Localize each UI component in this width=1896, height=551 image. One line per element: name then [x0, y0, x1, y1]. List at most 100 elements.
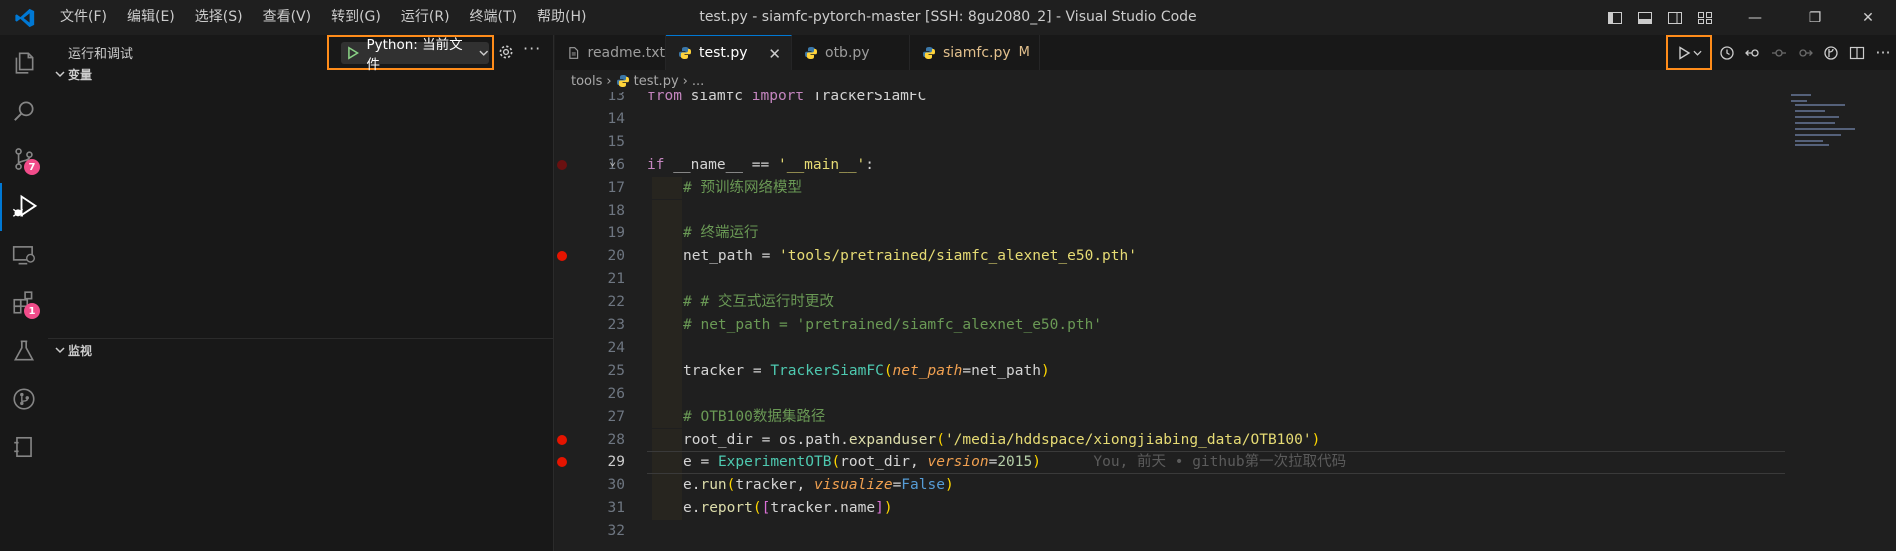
tab-label: siamfc.py: [943, 44, 1011, 61]
code-line[interactable]: 31 e.report([tracker.name]): [555, 497, 1785, 521]
git-blame-annotation: You, 前天 • github第一次拉取代码: [1040, 454, 1347, 471]
tab-otb-py[interactable]: otb.py: [792, 35, 910, 70]
git-icon[interactable]: [0, 375, 48, 423]
code-line[interactable]: 14: [555, 108, 1785, 131]
sidebar-title: 运行和调试: [68, 47, 134, 62]
menu-bar: 文件(F) 编辑(E) 选择(S) 查看(V) 转到(G) 运行(R) 终端(T…: [50, 0, 596, 35]
variables-title: 变量: [68, 67, 93, 82]
code-text: # 预训练网络模型: [683, 179, 802, 196]
code-line[interactable]: 27 # OTB100数据集路径: [555, 405, 1785, 429]
code-text: # OTB100数据集路径: [683, 408, 826, 425]
code-line[interactable]: 19 # 终端运行: [555, 222, 1785, 246]
search-icon[interactable]: [0, 87, 48, 135]
close-icon[interactable]: ✕: [768, 45, 781, 63]
debug-icon[interactable]: [0, 183, 48, 231]
restore-button[interactable]: ❐: [1790, 0, 1840, 35]
code-line[interactable]: 25 tracker = TrackerSiamFC(net_path=net_p…: [555, 359, 1785, 383]
source-control-icon[interactable]: 7: [0, 135, 48, 183]
code-line[interactable]: 24: [555, 336, 1785, 360]
toggle-secondary-sidebar-icon[interactable]: [1660, 0, 1690, 35]
toggle-panel-icon[interactable]: [1630, 0, 1660, 35]
code-line[interactable]: 22 # # 交互式运行时更改: [555, 291, 1785, 314]
menu-edit[interactable]: 编辑(E): [117, 0, 185, 35]
chevron-down-icon: [52, 70, 68, 78]
code-line[interactable]: 16 ⌄ if __name__ == '__main__':: [555, 154, 1785, 177]
menu-help[interactable]: 帮助(H): [527, 0, 596, 35]
code-text: # 终端运行: [683, 225, 759, 242]
breadcrumb-file[interactable]: test.py: [634, 74, 679, 89]
code-line[interactable]: 21: [555, 268, 1785, 292]
menu-view[interactable]: 查看(V): [253, 0, 322, 35]
go-forward-change-icon[interactable]: [1792, 35, 1818, 70]
line-number: 29: [607, 454, 625, 471]
title-bar: 文件(F) 编辑(E) 选择(S) 查看(V) 转到(G) 运行(R) 终端(T…: [0, 0, 1896, 35]
menu-run[interactable]: 运行(R): [391, 0, 460, 35]
remote-icon[interactable]: [0, 231, 48, 279]
minimize-button[interactable]: —: [1720, 0, 1790, 35]
more-actions-icon[interactable]: ···: [523, 39, 541, 58]
breadcrumb-symbol[interactable]: ...: [692, 74, 704, 89]
code-line[interactable]: 29 e = ExperimentOTB(root_dir, version=20…: [555, 451, 1785, 475]
play-icon: [1678, 45, 1690, 60]
notebook-icon[interactable]: [0, 423, 48, 471]
code-line[interactable]: 30 e.run(tracker, visualize=False): [555, 474, 1785, 498]
extensions-icon[interactable]: 1: [0, 279, 48, 327]
menu-terminal[interactable]: 终端(T): [460, 0, 527, 35]
code-text: tracker = TrackerSiamFC(net_path=net_pat…: [683, 362, 1050, 379]
customize-layout-icon[interactable]: [1690, 0, 1720, 35]
breadcrumb: tools › test.py › ...: [555, 70, 1896, 92]
modified-badge: M: [1018, 45, 1030, 60]
code-editor[interactable]: 13 from siamfc import TrackerSiamFC 14 15 16…: [555, 92, 1896, 551]
indent-guide: [652, 268, 682, 292]
flask-icon[interactable]: [0, 327, 48, 375]
menu-selection[interactable]: 选择(S): [185, 0, 253, 35]
tab-test-py[interactable]: test.py ✕: [666, 35, 792, 70]
line-number: 32: [607, 523, 625, 540]
breadcrumb-folder[interactable]: tools: [571, 74, 602, 89]
commit-icon[interactable]: [1766, 35, 1792, 70]
extensions-badge: 1: [24, 303, 40, 319]
code-line[interactable]: 23 # net_path = 'pretrained/siamfc_alexne…: [555, 314, 1785, 337]
start-debugging-icon[interactable]: [347, 45, 359, 60]
line-number: 17: [607, 179, 625, 196]
tab-siamfc-py[interactable]: siamfc.py M: [910, 35, 1040, 70]
python-icon: [679, 47, 691, 59]
line-number: 18: [607, 202, 625, 219]
code-line[interactable]: 26: [555, 382, 1785, 406]
code-line[interactable]: 15: [555, 131, 1785, 154]
code-line[interactable]: 32: [555, 520, 1785, 543]
code-line[interactable]: 28 root_dir = os.path.expanduser('/media/…: [555, 428, 1785, 452]
code-line[interactable]: 17 # 预训练网络模型: [555, 176, 1785, 200]
watch-title: 监视: [68, 343, 93, 358]
tab-readme[interactable]: readme.txt: [555, 35, 666, 70]
gear-icon[interactable]: [497, 43, 515, 65]
minimap[interactable]: [1787, 92, 1887, 162]
source-control-badge: 7: [24, 159, 40, 175]
menu-file[interactable]: 文件(F): [50, 0, 117, 35]
code-line[interactable]: 18: [555, 199, 1785, 223]
chevron-down-icon[interactable]: [1692, 49, 1702, 57]
open-changes-icon[interactable]: [1818, 35, 1844, 70]
more-actions-icon[interactable]: ···: [1870, 35, 1896, 70]
go-back-change-icon[interactable]: [1740, 35, 1766, 70]
code-text: # net_path = 'pretrained/siamfc_alexnet_…: [683, 317, 1103, 333]
timeline-icon[interactable]: [1714, 35, 1740, 70]
launch-config-dropdown[interactable]: Python: 当前文件: [341, 37, 489, 73]
watch-header[interactable]: 监视: [48, 339, 553, 361]
indent-guide: [652, 291, 682, 314]
toggle-primary-sidebar-icon[interactable]: [1600, 0, 1630, 35]
code-text: from siamfc import TrackerSiamFC: [647, 92, 927, 104]
code-line[interactable]: 20 net_path = 'tools/pretrained/siamfc_al…: [555, 245, 1785, 269]
fold-chevron-icon[interactable]: ⌄: [609, 150, 616, 173]
variables-header[interactable]: 变量: [48, 63, 553, 85]
code-line[interactable]: 13 from siamfc import TrackerSiamFC: [555, 92, 1785, 108]
line-number: 30: [607, 477, 625, 494]
run-python-file-button[interactable]: [1666, 35, 1712, 70]
code-text: # # 交互式运行时更改: [683, 294, 834, 311]
menu-go[interactable]: 转到(G): [321, 0, 391, 35]
split-editor-icon[interactable]: [1844, 35, 1870, 70]
code-text: e.report([tracker.name]): [683, 500, 893, 517]
files-icon[interactable]: [0, 39, 48, 87]
close-window-button[interactable]: ✕: [1840, 0, 1896, 35]
code-text: net_path = 'tools/pretrained/siamfc_alex…: [683, 248, 1137, 265]
